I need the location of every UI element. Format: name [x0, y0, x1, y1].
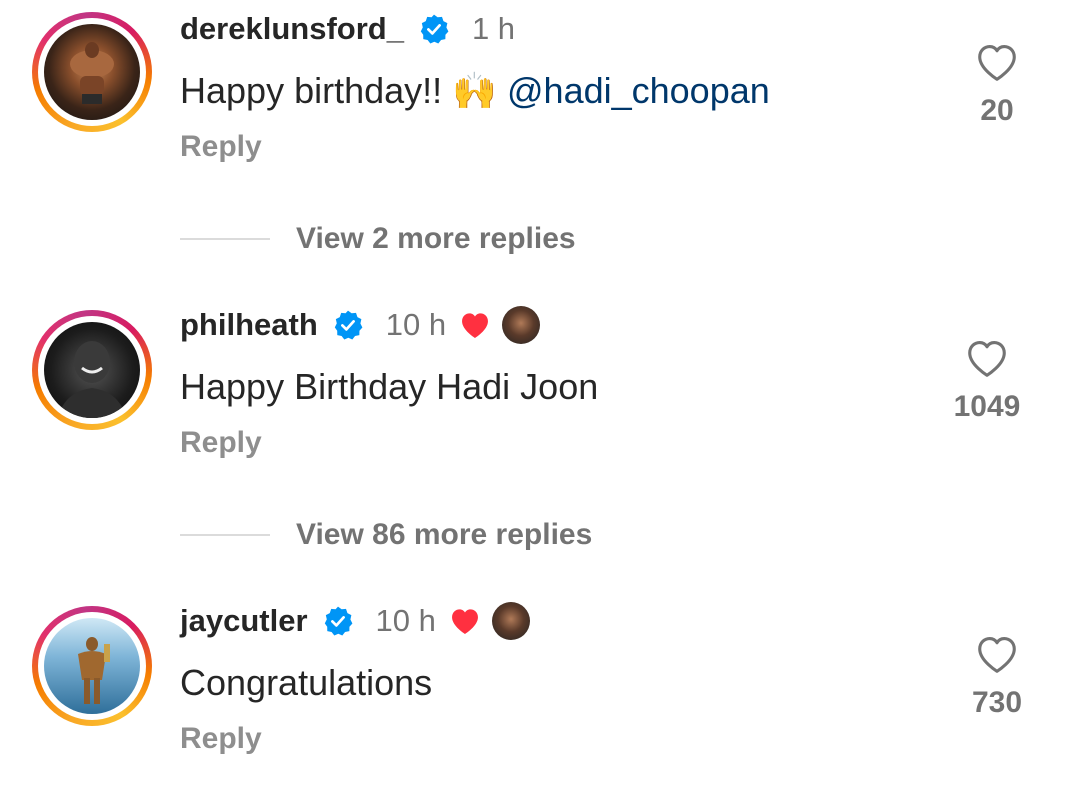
username[interactable]: dereklunsford_: [180, 11, 404, 47]
avatar[interactable]: [32, 606, 152, 726]
username[interactable]: jaycutler: [180, 603, 308, 639]
view-more-label[interactable]: View 2 more replies: [296, 222, 576, 256]
comment-header: jaycutler 10 h: [180, 601, 530, 641]
like-button[interactable]: 730: [947, 634, 1047, 720]
avatar[interactable]: [32, 12, 152, 132]
like-count: 1049: [953, 390, 1021, 423]
verified-badge-icon: [324, 606, 352, 636]
comment-time: 10 h: [375, 603, 436, 638]
like-count: 20: [980, 94, 1014, 127]
heart-outline-icon: [978, 637, 1016, 673]
like-count: 730: [971, 686, 1023, 719]
raising-hands-emoji: 🙌: [452, 71, 497, 112]
comment-header: dereklunsford_ 1 h: [180, 9, 515, 49]
comment-text: Happy birthday!! 🙌 @hadi_choopan: [180, 70, 770, 112]
like-button[interactable]: 1049: [937, 338, 1037, 424]
heart-outline-icon: [968, 341, 1006, 377]
heart-filled-icon: [462, 313, 489, 338]
comment-text: Congratulations: [180, 662, 433, 703]
view-more-replies[interactable]: View 2 more replies: [180, 222, 576, 256]
heart-outline-icon: [978, 45, 1016, 81]
verified-badge-icon: [334, 310, 363, 340]
mention-link[interactable]: @hadi_choopan: [507, 70, 770, 111]
reply-button[interactable]: Reply: [180, 722, 262, 756]
comment-time: 10 h: [385, 307, 447, 342]
username[interactable]: philheath: [180, 307, 318, 343]
reply-button[interactable]: Reply: [180, 426, 262, 460]
view-more-replies[interactable]: View 86 more replies: [180, 518, 592, 552]
comment-text: Happy Birthday Hadi Joon: [180, 366, 599, 407]
divider-line: [180, 534, 270, 536]
like-button[interactable]: 20: [947, 42, 1047, 128]
creator-avatar: [502, 306, 541, 344]
view-more-label[interactable]: View 86 more replies: [296, 518, 592, 552]
verified-badge-icon: [420, 14, 449, 44]
comment-header: philheath 10 h: [180, 305, 541, 345]
divider-line: [180, 238, 270, 240]
creator-avatar: [491, 602, 530, 640]
avatar[interactable]: [32, 310, 152, 430]
reply-button[interactable]: Reply: [180, 130, 262, 164]
heart-filled-icon: [451, 609, 478, 634]
comment-time: 1 h: [471, 11, 516, 46]
